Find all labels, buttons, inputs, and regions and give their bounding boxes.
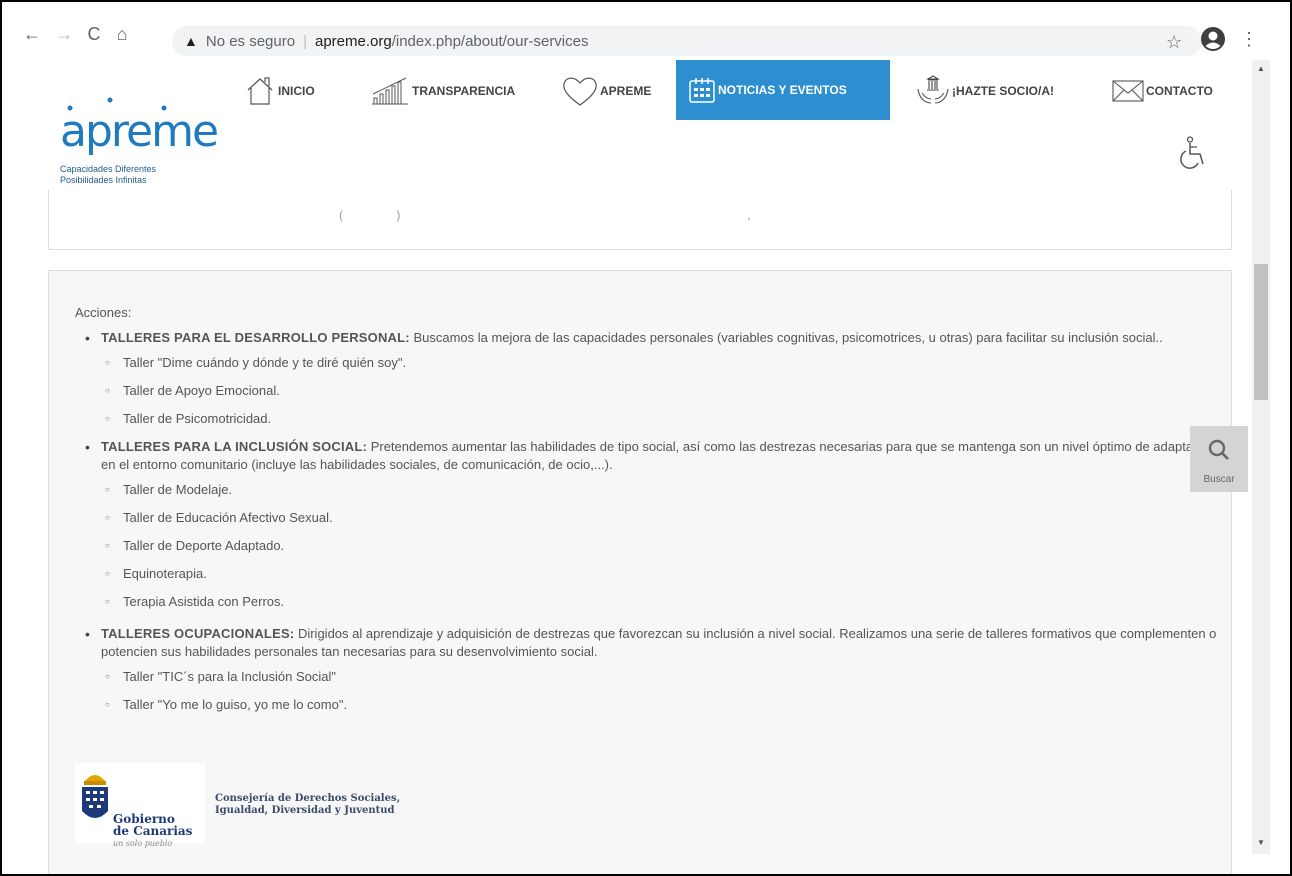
menu-kebab-icon[interactable]: ⋮ [1240,30,1258,48]
logo-tagline: Capacidades Diferentes Posibilidades Inf… [60,164,156,186]
omnibox-separator: | [303,32,307,50]
item-title: TALLERES OCUPACIONALES: [101,626,295,641]
nav-item-transparencia[interactable]: TRANSPARENCIA [370,70,515,112]
calendar-icon [689,78,715,103]
sub-list-item: Equinoterapia. [85,565,1225,583]
consejeria-label: Consejería de Derechos Sociales, Igualda… [215,793,400,817]
heart-icon [563,77,597,106]
nav-item-inicio[interactable]: INICIO [246,70,315,112]
search-icon [1208,439,1229,460]
list-item: TALLERES OCUPACIONALES: Dirigidos al apr… [85,625,1225,661]
sub-list-item: Taller "TIC´s para la Inclusión Social" [85,668,1225,686]
gobierno-slogan: un solo pueblo [113,839,173,848]
url-host: apreme.org [314,32,392,50]
crest-icon [82,775,108,818]
logo-tagline-line-2: Posibilidades Infinitas [60,175,147,185]
scrollbar-track[interactable] [1252,60,1270,854]
consejeria-line-1: Consejería de Derechos Sociales, [215,793,401,804]
nav-label-contacto: CONTACTO [1146,84,1213,98]
scroll-up-arrow-icon[interactable]: ▲ [1252,62,1270,76]
reload-icon[interactable]: C [82,22,106,46]
logo-wordmark: apreme [60,106,219,157]
search-button[interactable]: Buscar [1190,426,1248,492]
gobierno-canarias-logo: Gobierno de Canarias un solo pueblo [75,763,205,848]
warning-icon: ▲ [184,33,198,49]
item-text: Buscamos la mejora de las capacidades pe… [409,330,1163,345]
nav-item-contacto[interactable]: CONTACTO [1112,70,1213,112]
acciones-heading: Acciones: [75,305,132,320]
logo-tagline-line-1: Capacidades Diferentes [60,164,157,174]
consejeria-line-2: Igualdad, Diversidad y Juventud [215,805,395,816]
sub-list-item: Taller de Educación Afectivo Sexual. [85,509,1225,527]
house-icon [247,77,273,105]
bar-chart-icon [372,77,408,105]
hands-building-icon [917,75,949,104]
sub-list-item: Terapia Asistida con Perros. [85,593,1225,611]
address-bar[interactable]: ▲ No es seguro | apreme.org/index.php/ab… [172,26,1202,56]
nav-label-noticias-y-eventos: NOTICIAS Y EVENTOS [718,83,847,97]
item-title: TALLERES PARA EL DESARROLLO PERSONAL: [101,330,410,345]
browser-toolbar: ← → C ⌂ ▲ No es seguro | apreme.org/inde… [2,2,1290,60]
sub-list-item: Taller de Deporte Adaptado. [85,537,1225,555]
bookmark-star-icon[interactable]: ☆ [1166,32,1182,53]
nav-item-hazte-socio[interactable]: ¡HAZTE SOCIO/A! [916,70,1054,112]
page-viewport: apreme Capacidades Diferentes Posibilida… [2,60,1252,874]
sub-list-item: Taller "Yo me lo guiso, yo me lo como". [85,696,1225,714]
insecure-label: No es seguro [205,32,296,50]
scrollbar-thumb[interactable] [1254,264,1268,400]
url-path: /index.php/about/our-services [391,32,589,50]
profile-icon[interactable] [1200,26,1226,52]
clipped-text: ( ) , [339,208,751,222]
item-title: TALLERES PARA LA INCLUSIÓN SOCIAL: [101,439,368,454]
home-icon[interactable]: ⌂ [110,22,134,46]
scroll-down-arrow-icon[interactable]: ▼ [1252,836,1270,850]
nav-item-apreme[interactable]: APREME [562,70,651,112]
nav-label-apreme: APREME [600,84,652,98]
envelope-icon [1112,80,1144,102]
nav-label-inicio: INICIO [278,84,315,98]
search-button-label: Buscar [1203,474,1235,485]
sub-list-item: Taller de Psicomotricidad. [85,410,1225,428]
list-item: TALLERES PARA LA INCLUSIÓN SOCIAL: Prete… [85,438,1225,474]
nav-item-noticias-y-eventos[interactable]: NOTICIAS Y EVENTOS [676,60,890,120]
sub-list-item: Taller "Dime cuándo y dónde y te diré qu… [85,354,1225,372]
accessibility-icon[interactable] [1178,136,1208,170]
gobierno-name: Gobierno de Canarias [113,813,192,837]
back-icon[interactable]: ← [20,22,44,46]
actions-list: TALLERES PARA EL DESARROLLO PERSONAL: Bu… [85,329,1225,724]
services-content-box: Acciones: TALLERES PARA EL DESARROLLO PE… [48,270,1232,874]
gobierno-name-line-2: de Canarias [113,824,193,838]
sub-list-item: Taller de Modelaje. [85,481,1225,499]
sub-list-item: Taller de Apoyo Emocional. [85,382,1225,400]
nav-label-transparencia: TRANSPARENCIA [412,84,516,98]
list-item: TALLERES PARA EL DESARROLLO PERSONAL: Bu… [85,329,1225,347]
forward-icon[interactable]: → [52,22,76,46]
nav-label-hazte-socio: ¡HAZTE SOCIO/A! [952,84,1054,98]
previous-content-box: ( ) , [48,190,1232,250]
